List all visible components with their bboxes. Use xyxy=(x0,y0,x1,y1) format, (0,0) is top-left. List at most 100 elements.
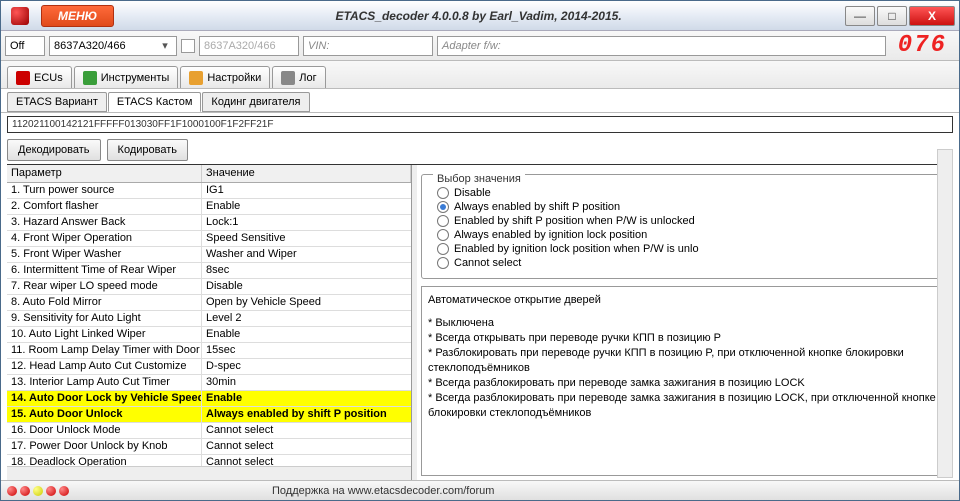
tab-3[interactable]: Лог xyxy=(272,66,325,88)
radio-label: Enabled by shift P position when P/W is … xyxy=(454,215,695,227)
tab-0[interactable]: ECUs xyxy=(7,66,72,88)
footer-text[interactable]: Поддержка на www.etacsdecoder.com/forum xyxy=(272,485,494,497)
radio-option[interactable]: Always enabled by shift P position xyxy=(437,201,941,213)
cell-value: Open by Vehicle Speed xyxy=(202,295,411,310)
table-row[interactable]: 10. Auto Light Linked WiperEnable xyxy=(7,327,411,343)
table-row[interactable]: 8. Auto Fold MirrorOpen by Vehicle Speed xyxy=(7,295,411,311)
hex-string[interactable]: 112021100142121FFFFF013030FF1F1000100F1F… xyxy=(7,116,953,133)
table-row[interactable]: 13. Interior Lamp Auto Cut Timer30min xyxy=(7,375,411,391)
table-row[interactable]: 16. Door Unlock ModeCannot select xyxy=(7,423,411,439)
table-row[interactable]: 14. Auto Door Lock by Vehicle SpeedEnabl… xyxy=(7,391,411,407)
tab-label: ECUs xyxy=(34,72,63,84)
radio-icon xyxy=(437,229,449,241)
table-row[interactable]: 1. Turn power sourceIG1 xyxy=(7,183,411,199)
off-box[interactable]: Off xyxy=(5,36,45,56)
cell-param: 7. Rear wiper LO speed mode xyxy=(7,279,202,294)
table-row[interactable]: 4. Front Wiper OperationSpeed Sensitive xyxy=(7,231,411,247)
radio-label: Always enabled by ignition lock position xyxy=(454,229,647,241)
table-row[interactable]: 9. Sensitivity for Auto LightLevel 2 xyxy=(7,311,411,327)
info-line: * Всегда открывать при переводе ручки КП… xyxy=(428,331,942,346)
status-dot-4 xyxy=(46,486,56,496)
table-row[interactable]: 5. Front Wiper WasherWasher and Wiper xyxy=(7,247,411,263)
menu-button[interactable]: МЕНЮ xyxy=(41,5,114,27)
table-row[interactable]: 12. Head Lamp Auto Cut CustomizeD-spec xyxy=(7,359,411,375)
tab-label: Инструменты xyxy=(101,72,170,84)
subtab-1[interactable]: ETACS Кастом xyxy=(108,92,202,112)
app-icon xyxy=(11,7,29,25)
table-row[interactable]: 7. Rear wiper LO speed modeDisable xyxy=(7,279,411,295)
table-row[interactable]: 17. Power Door Unlock by KnobCannot sele… xyxy=(7,439,411,455)
decode-button[interactable]: Декодировать xyxy=(7,139,101,161)
tab-icon xyxy=(83,71,97,85)
cell-param: 12. Head Lamp Auto Cut Customize xyxy=(7,359,202,374)
subtab-2[interactable]: Кодинг двигателя xyxy=(202,92,309,112)
radio-label: Disable xyxy=(454,187,491,199)
cell-value: Level 2 xyxy=(202,311,411,326)
radio-option[interactable]: Enabled by shift P position when P/W is … xyxy=(437,215,941,227)
cell-value: Cannot select xyxy=(202,439,411,454)
window-title: ETACS_decoder 4.0.0.8 by Earl_Vadim, 201… xyxy=(114,9,843,23)
maximize-button[interactable]: □ xyxy=(877,6,907,26)
tab-icon xyxy=(16,71,30,85)
table-row[interactable]: 15. Auto Door UnlockAlways enabled by sh… xyxy=(7,407,411,423)
cell-param: 14. Auto Door Lock by Vehicle Speed xyxy=(7,391,202,406)
info-line: * Всегда разблокировать при переводе зам… xyxy=(428,391,942,421)
cell-value: Enable xyxy=(202,199,411,214)
cell-value: Enable xyxy=(202,327,411,342)
encode-button[interactable]: Кодировать xyxy=(107,139,188,161)
col-header-param[interactable]: Параметр xyxy=(7,165,202,182)
cell-param: 15. Auto Door Unlock xyxy=(7,407,202,422)
cell-param: 16. Door Unlock Mode xyxy=(7,423,202,438)
tab-label: Настройки xyxy=(207,72,261,84)
cell-value: IG1 xyxy=(202,183,411,198)
close-button[interactable]: X xyxy=(909,6,955,26)
radio-option[interactable]: Enabled by ignition lock position when P… xyxy=(437,243,941,255)
table-row[interactable]: 3. Hazard Answer BackLock:1 xyxy=(7,215,411,231)
radio-icon xyxy=(437,243,449,255)
radio-icon xyxy=(437,257,449,269)
vin-field[interactable]: VIN: xyxy=(303,36,433,56)
cell-param: 17. Power Door Unlock by Knob xyxy=(7,439,202,454)
info-line: * Всегда разблокировать при переводе зам… xyxy=(428,376,942,391)
tab-icon xyxy=(189,71,203,85)
table-row[interactable]: 11. Room Lamp Delay Timer with Door15sec xyxy=(7,343,411,359)
minimize-button[interactable]: — xyxy=(845,6,875,26)
group-title: Выбор значения xyxy=(433,173,525,185)
cell-param: 5. Front Wiper Washer xyxy=(7,247,202,262)
status-dot-5 xyxy=(59,486,69,496)
cell-value: 8sec xyxy=(202,263,411,278)
adapter-field: Adapter f/w: xyxy=(437,36,886,56)
part-number-combo[interactable]: 8637A320/466 ▾ xyxy=(49,36,177,56)
table-row[interactable]: 2. Comfort flasherEnable xyxy=(7,199,411,215)
cell-value: D-spec xyxy=(202,359,411,374)
radio-icon xyxy=(437,201,449,213)
combo-value: 8637A320/466 xyxy=(54,40,158,52)
cell-value: Enable xyxy=(202,391,411,406)
radio-option[interactable]: Always enabled by ignition lock position xyxy=(437,229,941,241)
status-dot-2 xyxy=(20,486,30,496)
tab-icon xyxy=(281,71,295,85)
radio-option[interactable]: Disable xyxy=(437,187,941,199)
checkbox[interactable] xyxy=(181,39,195,53)
col-header-value[interactable]: Значение xyxy=(202,165,411,182)
info-line: * Выключена xyxy=(428,316,942,331)
v-scrollbar[interactable] xyxy=(937,149,953,478)
tab-1[interactable]: Инструменты xyxy=(74,66,179,88)
radio-option[interactable]: Cannot select xyxy=(437,257,941,269)
cell-value: Always enabled by shift P position xyxy=(202,407,411,422)
counter-display: 076 xyxy=(898,32,947,59)
table-row[interactable]: 18. Deadlock OperationCannot select xyxy=(7,455,411,466)
cell-param: 13. Interior Lamp Auto Cut Timer xyxy=(7,375,202,390)
cell-param: 3. Hazard Answer Back xyxy=(7,215,202,230)
status-dot-3 xyxy=(33,486,43,496)
tab-label: Лог xyxy=(299,72,316,84)
table-row[interactable]: 6. Intermittent Time of Rear Wiper8sec xyxy=(7,263,411,279)
info-title: Автоматическое открытие дверей xyxy=(428,293,942,308)
tab-2[interactable]: Настройки xyxy=(180,66,270,88)
h-scrollbar[interactable] xyxy=(7,466,411,480)
subtab-0[interactable]: ETACS Вариант xyxy=(7,92,107,112)
radio-label: Cannot select xyxy=(454,257,521,269)
chevron-down-icon[interactable]: ▾ xyxy=(158,39,172,52)
cell-value: Lock:1 xyxy=(202,215,411,230)
cell-param: 8. Auto Fold Mirror xyxy=(7,295,202,310)
